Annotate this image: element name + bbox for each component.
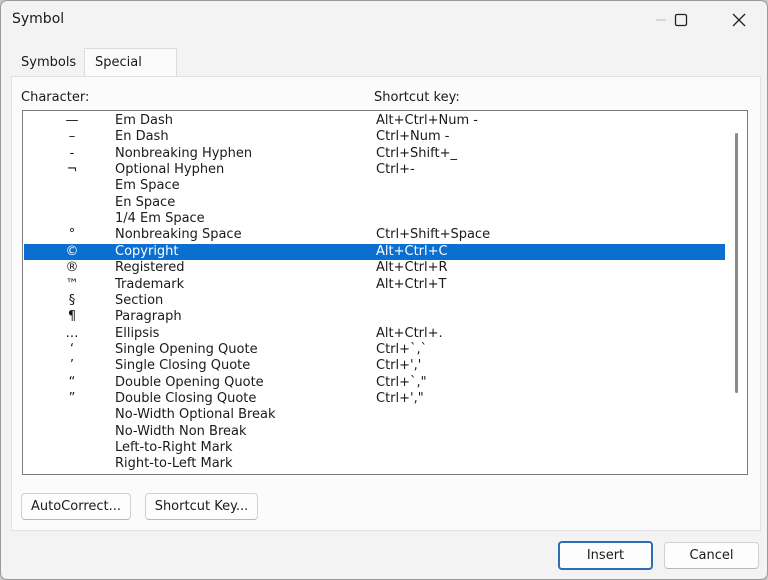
shortcut-key: Alt+Ctrl+R: [376, 260, 448, 276]
character-glyph: —: [65, 113, 79, 128]
character-name: Copyright: [115, 243, 179, 259]
shortcut-key: Ctrl+Shift+Space: [376, 227, 491, 243]
shortcut-key: Ctrl+`,": [376, 374, 427, 390]
tab-symbols[interactable]: Symbols: [11, 49, 86, 76]
maximize-icon: [674, 13, 688, 27]
close-icon: [732, 13, 746, 27]
tab-special-characters[interactable]: Special Characters: [84, 48, 177, 97]
list-item[interactable]: Em Space: [24, 178, 725, 194]
window-title: Symbol: [12, 11, 65, 27]
shortcut-key: Ctrl+Num -: [376, 129, 450, 145]
list-item[interactable]: ™ Trademark Alt+Ctrl+T: [24, 277, 725, 293]
character-name: Left-to-Right Mark: [115, 440, 233, 455]
character-glyph: ”: [68, 390, 76, 406]
list-item[interactable]: ° Nonbreaking Space Ctrl+Shift+Space: [24, 227, 725, 243]
character-glyph: ’: [69, 358, 75, 374]
shortcut-key: Ctrl+-: [376, 162, 415, 178]
cancel-button[interactable]: Cancel: [664, 542, 759, 569]
character-glyph: §: [68, 292, 76, 308]
close-button[interactable]: [719, 5, 759, 35]
character-glyph: ©: [65, 243, 79, 259]
shortcut-key: Ctrl+Shift+_: [376, 145, 457, 161]
character-name: En Dash: [115, 129, 169, 145]
character-name: No-Width Optional Break: [115, 407, 276, 423]
character-glyph: ™: [65, 276, 79, 292]
character-glyph: ‘: [69, 341, 75, 357]
shortcut-key: Alt+Ctrl+.: [376, 325, 443, 341]
autocorrect-button[interactable]: AutoCorrect...: [21, 493, 131, 520]
shortcut-column-header: Shortcut key:: [374, 90, 460, 105]
list-item[interactable]: ® Registered Alt+Ctrl+R: [24, 260, 725, 276]
character-name: Nonbreaking Space: [115, 227, 242, 243]
shortcut-key-button[interactable]: Shortcut Key...: [145, 493, 258, 520]
list-item[interactable]: ’ Single Closing Quote Ctrl+',': [24, 358, 725, 374]
scrollbar[interactable]: [735, 133, 738, 393]
shortcut-key: Ctrl+`,`: [376, 341, 428, 357]
list-item[interactable]: ¶ Paragraph: [24, 309, 725, 325]
list-item[interactable]: - Nonbreaking Hyphen Ctrl+Shift+_: [24, 146, 725, 162]
character-glyph: “: [68, 374, 76, 390]
character-name: Double Closing Quote: [115, 390, 257, 406]
character-name: Em Dash: [115, 113, 173, 128]
insert-button[interactable]: Insert: [558, 541, 653, 570]
character-column-header: Character:: [21, 90, 90, 105]
list-item[interactable]: ¬ Optional Hyphen Ctrl+-: [24, 162, 725, 178]
title-bar: Symbol: [1, 1, 767, 39]
character-name: Paragraph: [115, 309, 182, 325]
shortcut-key: Alt+Ctrl+Num -: [376, 113, 478, 128]
character-name: 1/4 Em Space: [115, 211, 205, 227]
list-item[interactable]: En Space: [24, 195, 725, 211]
list-item[interactable]: — Em Dash Alt+Ctrl+Num -: [24, 113, 725, 129]
list-item[interactable]: No-Width Non Break: [24, 424, 725, 440]
character-name: Trademark: [115, 276, 185, 292]
character-name: Registered: [115, 260, 185, 276]
character-glyph: …: [65, 325, 79, 341]
list-item[interactable]: Right-to-Left Mark: [24, 456, 725, 472]
character-glyph: ®: [65, 260, 79, 276]
list-item[interactable]: ” Double Closing Quote Ctrl+',": [24, 391, 725, 407]
character-glyph: -: [69, 145, 75, 161]
shortcut-key: Ctrl+',': [376, 358, 422, 374]
maximize-button[interactable]: [661, 5, 701, 35]
character-name: No-Width Non Break: [115, 423, 247, 439]
character-name: Em Space: [115, 178, 180, 194]
character-name: Optional Hyphen: [115, 162, 225, 178]
list-item[interactable]: … Ellipsis Alt+Ctrl+.: [24, 326, 725, 342]
list-item[interactable]: ‘ Single Opening Quote Ctrl+`,`: [24, 342, 725, 358]
character-name: En Space: [115, 194, 176, 210]
special-characters-panel: Character: Shortcut key: — Em Dash Alt+Ctr…: [11, 76, 761, 531]
symbol-dialog: Symbol Symbols Special Characters Charac…: [0, 0, 768, 580]
shortcut-key: Alt+Ctrl+T: [376, 276, 447, 292]
character-glyph: °: [68, 227, 76, 243]
character-name: Right-to-Left Mark: [115, 456, 233, 472]
character-name: Nonbreaking Hyphen: [115, 145, 253, 161]
character-name: Section: [115, 292, 164, 308]
list-item[interactable]: No-Width Optional Break: [24, 407, 725, 423]
list-item[interactable]: – En Dash Ctrl+Num -: [24, 129, 725, 145]
character-glyph: ¬: [66, 162, 78, 178]
shortcut-key: Ctrl+',": [376, 390, 424, 406]
character-name: Double Opening Quote: [115, 374, 264, 390]
character-glyph: –: [68, 129, 76, 145]
character-name: Single Closing Quote: [115, 358, 251, 374]
list-item[interactable]: © Copyright Alt+Ctrl+C: [24, 243, 725, 261]
shortcut-key: Alt+Ctrl+C: [376, 243, 448, 259]
character-name: Ellipsis: [115, 325, 160, 341]
list-item[interactable]: “ Double Opening Quote Ctrl+`,": [24, 375, 725, 391]
character-glyph: ¶: [67, 309, 77, 325]
special-characters-list[interactable]: — Em Dash Alt+Ctrl+Num - – En Dash Ctrl+Num -…: [22, 110, 748, 475]
list-item[interactable]: § Section: [24, 293, 725, 309]
character-name: Single Opening Quote: [115, 341, 258, 357]
list-item[interactable]: 1/4 Em Space: [24, 211, 725, 227]
list-item[interactable]: Left-to-Right Mark: [24, 440, 725, 456]
